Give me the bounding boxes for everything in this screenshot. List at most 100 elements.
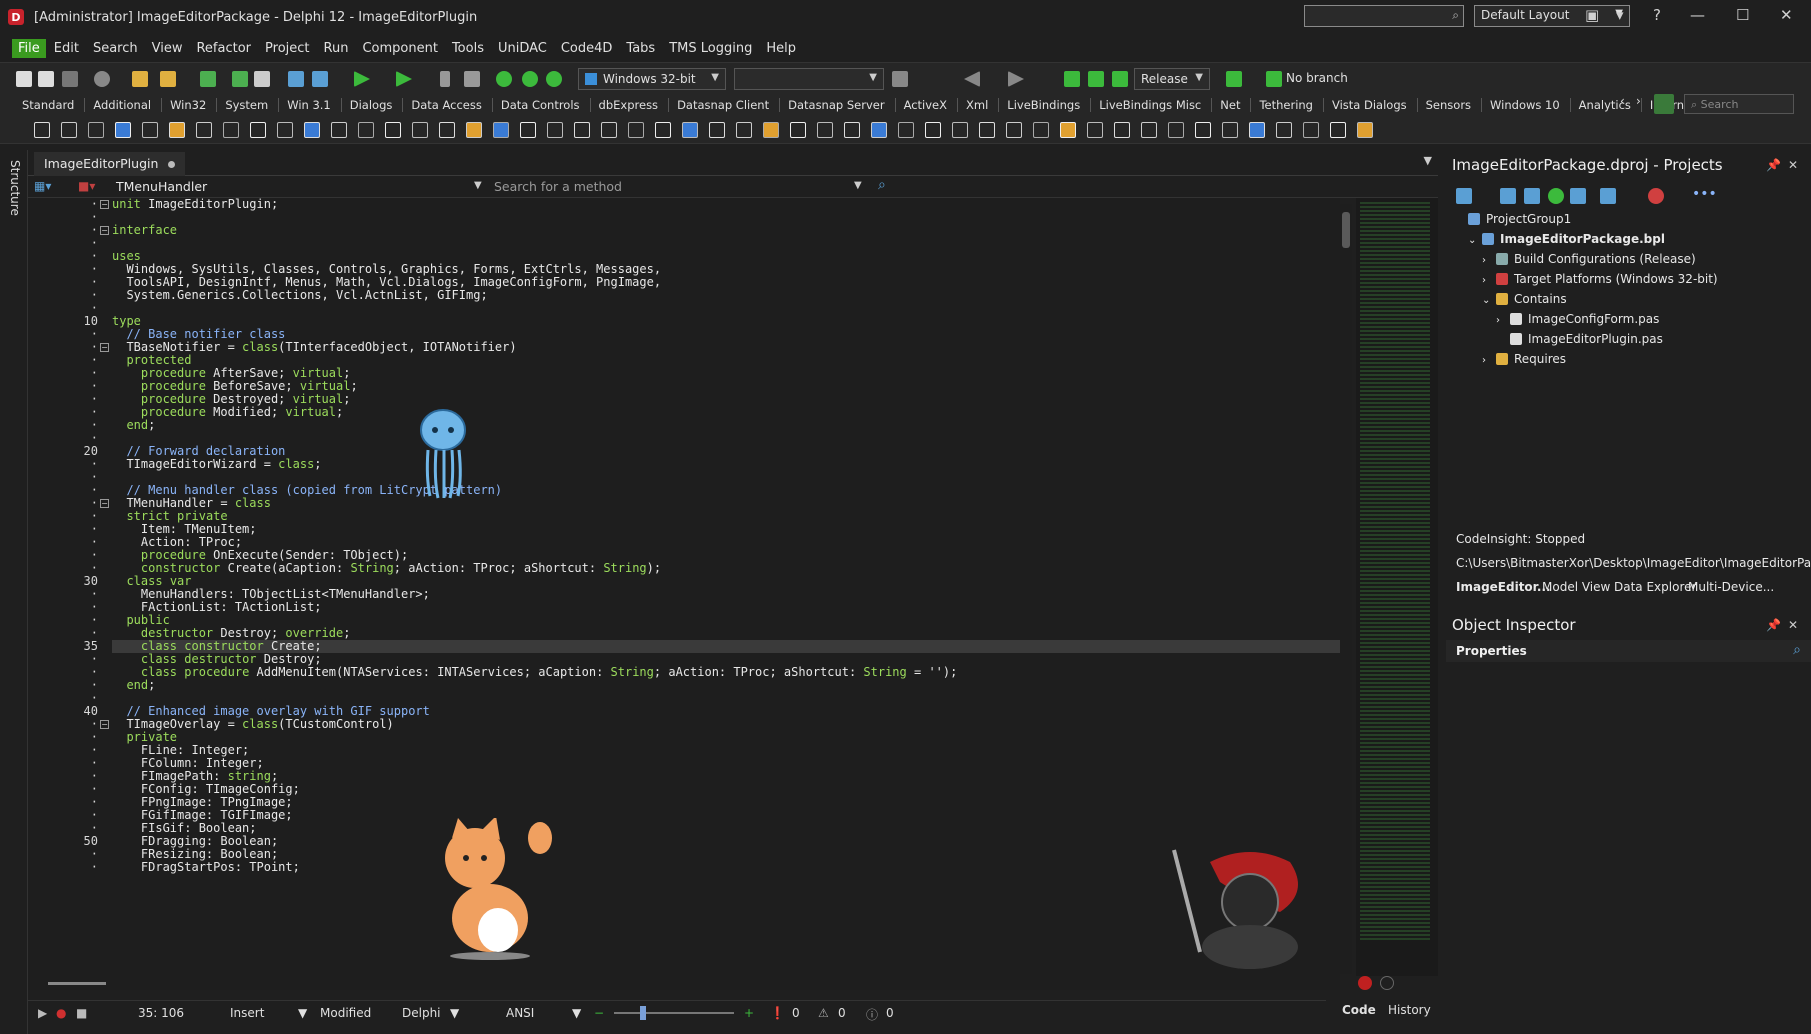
component-icon[interactable] [88, 122, 104, 138]
language-label[interactable]: Delphi [402, 1006, 441, 1020]
sort-icon[interactable] [1600, 188, 1616, 204]
project-options-icon[interactable] [288, 71, 304, 87]
expand-chevron-icon[interactable]: ⌄ [1482, 295, 1496, 306]
code-line[interactable]: class procedure AddMenuItem(NTAServices:… [112, 666, 957, 679]
component-icon[interactable] [1141, 122, 1157, 138]
component-icon[interactable] [1033, 122, 1049, 138]
run-without-debug-icon[interactable] [396, 71, 412, 87]
palette-tab-data-controls[interactable]: Data Controls [501, 98, 591, 112]
menu-edit[interactable]: Edit [48, 39, 85, 58]
close-icon[interactable]: ✕ [1788, 618, 1798, 632]
expand-chevron-icon[interactable]: › [1496, 315, 1510, 326]
code-line[interactable]: constructor Create(aCaption: String; aAc… [112, 562, 661, 575]
close-icon[interactable]: ✕ [1780, 6, 1793, 24]
component-icon[interactable] [1114, 122, 1130, 138]
code-line[interactable]: System.Generics.Collections, Vcl.ActnLis… [112, 289, 487, 302]
zoom-in-icon[interactable]: + [744, 1006, 754, 1020]
palette-tab-net[interactable]: Net [1220, 98, 1252, 112]
component-icon[interactable] [115, 122, 131, 138]
component-icon[interactable] [1222, 122, 1238, 138]
component-icon[interactable] [1276, 122, 1292, 138]
chevron-down-icon[interactable]: ▼ [572, 1006, 581, 1020]
deploy-icon[interactable] [1226, 71, 1242, 87]
stop-icon[interactable] [464, 71, 480, 87]
component-icon[interactable] [277, 122, 293, 138]
palette-tab-livebindings-misc[interactable]: LiveBindings Misc [1099, 98, 1213, 112]
component-icon[interactable] [331, 122, 347, 138]
component-icon[interactable] [763, 122, 779, 138]
run-to-cursor-icon[interactable] [546, 71, 562, 87]
jellyfish-sticker[interactable] [418, 408, 468, 500]
component-icon[interactable] [655, 122, 671, 138]
save-icon[interactable] [200, 71, 216, 87]
palette-tab-data-access[interactable]: Data Access [411, 98, 493, 112]
spartan-warrior-sticker[interactable] [1160, 842, 1320, 972]
vertical-scrollbar[interactable] [1340, 204, 1352, 974]
hint-count[interactable]: 0 [886, 1006, 894, 1020]
stop-macro-icon[interactable]: ■ [76, 1006, 87, 1020]
method-search-input[interactable]: Search for a method [494, 179, 622, 194]
open-folder-icon[interactable] [254, 71, 270, 87]
project-panel-tab[interactable]: Multi-Device... [1688, 580, 1774, 594]
code-line[interactable]: FDragStartPos: TPoint; [112, 861, 300, 874]
expand-chevron-icon[interactable]: › [1482, 255, 1496, 266]
component-icon[interactable] [790, 122, 806, 138]
palette-search-input[interactable]: ⌕ Search [1684, 94, 1794, 114]
zoom-slider[interactable] [614, 1006, 734, 1020]
history-view-tab[interactable]: History [1388, 1003, 1431, 1017]
editor-tab[interactable]: ImageEditorPlugin [34, 152, 186, 176]
forward-icon[interactable] [1008, 71, 1024, 87]
fold-toggle-icon[interactable]: − [100, 720, 109, 729]
compile-icon[interactable] [1064, 71, 1080, 87]
device-manager-icon[interactable] [892, 71, 908, 87]
expand-chevron-icon[interactable]: › [1482, 355, 1496, 366]
build-icon[interactable] [1088, 71, 1104, 87]
menu-view[interactable]: View [146, 39, 189, 58]
palette-scroll-right-icon[interactable]: › [1636, 94, 1641, 108]
component-icon[interactable] [925, 122, 941, 138]
back-icon[interactable] [964, 71, 980, 87]
component-icon[interactable] [547, 122, 563, 138]
component-icon[interactable] [358, 122, 374, 138]
component-icon[interactable] [844, 122, 860, 138]
pin-icon[interactable]: 📌 [1766, 158, 1781, 172]
code-line[interactable]: end; [112, 679, 155, 692]
help-icon[interactable]: ? [1653, 6, 1661, 24]
code-editor[interactable]: · · · · · · · · · 10 · · · · · · · · · 20 · · · · · · · · · 30 · · · · 35 ·… [28, 198, 1340, 976]
palette-scroll-left-icon[interactable]: ‹ [1620, 94, 1625, 108]
palette-tab-dialogs[interactable]: Dialogs [350, 98, 404, 112]
component-icon[interactable] [196, 122, 212, 138]
project-tree-item[interactable]: ⌄ ImageEditorPackage.bpl [1468, 232, 1665, 246]
play-macro-icon[interactable]: ▶ [38, 1006, 47, 1020]
error-count[interactable]: 0 [792, 1006, 800, 1020]
palette-tab-sensors[interactable]: Sensors [1426, 98, 1483, 112]
menu-unidac[interactable]: UniDAC [492, 39, 553, 58]
component-icon[interactable] [1060, 122, 1076, 138]
refresh-icon[interactable] [1548, 188, 1564, 204]
scrollbar-thumb[interactable] [1342, 212, 1350, 248]
project-tree-item[interactable]: ⌄ Contains [1482, 292, 1567, 306]
new-file-icon[interactable] [16, 71, 32, 87]
record-macro-icon[interactable] [1358, 976, 1372, 990]
structure-view-icon[interactable]: ▦▾ [34, 179, 51, 193]
project-panel-tab[interactable]: Model View [1542, 580, 1610, 594]
component-icon[interactable] [574, 122, 590, 138]
component-icon[interactable] [736, 122, 752, 138]
component-icon[interactable] [1303, 122, 1319, 138]
menu-tabs[interactable]: Tabs [620, 39, 661, 58]
project-tree-item[interactable]: ImageEditorPlugin.pas [1496, 332, 1663, 346]
component-icon[interactable] [817, 122, 833, 138]
structure-tab[interactable]: Structure [8, 160, 22, 216]
component-icon[interactable] [34, 122, 50, 138]
menu-search[interactable]: Search [87, 39, 144, 58]
palette-tab-tethering[interactable]: Tethering [1259, 98, 1324, 112]
menu-code4d[interactable]: Code4D [555, 39, 619, 58]
palette-tab-activex[interactable]: ActiveX [904, 98, 959, 112]
menu-refactor[interactable]: Refactor [190, 39, 257, 58]
expand-icon[interactable] [1524, 188, 1540, 204]
component-icon[interactable] [223, 122, 239, 138]
more-icon[interactable]: ••• [1692, 186, 1717, 202]
discard-icon[interactable] [94, 71, 110, 87]
open-project-icon[interactable] [160, 71, 176, 87]
component-icon[interactable] [952, 122, 968, 138]
